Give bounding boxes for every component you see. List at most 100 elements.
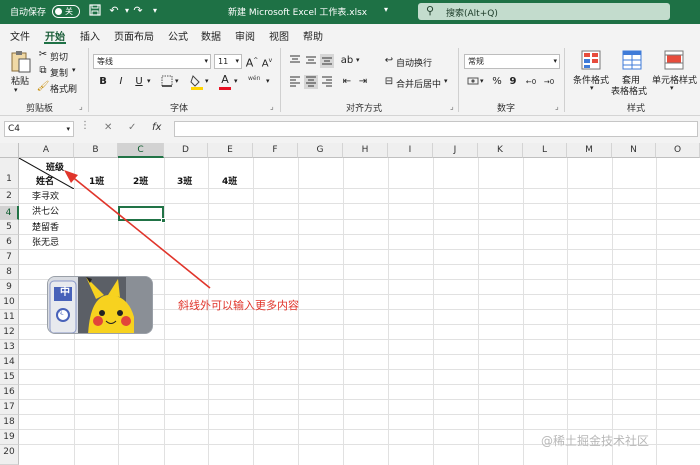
orientation-icon[interactable]: ab [340,54,354,68]
font-color-dropdown-icon[interactable]: ▾ [234,77,238,85]
column-header-a[interactable]: A [19,143,74,158]
copy-button[interactable]: 复制 [50,66,68,79]
cell-a1-bottom[interactable]: 姓名 [36,174,54,187]
decrease-font-icon[interactable]: Av [260,54,274,69]
italic-button[interactable]: I [114,75,128,89]
align-center-icon[interactable] [304,75,318,89]
row-header-9[interactable]: 9 [0,280,19,295]
copy-icon[interactable]: ⧉ [36,64,50,78]
column-header-b[interactable]: B [74,143,118,158]
row-header-20[interactable]: 20 [0,445,19,465]
align-bottom-icon[interactable] [320,54,334,68]
font-name-select[interactable]: 等线 ▾ [93,54,211,69]
tab-file[interactable]: 文件 [10,28,30,43]
column-header-o[interactable]: O [656,143,700,158]
row-header-13[interactable]: 13 [0,340,19,355]
row-header-19[interactable]: 19 [0,430,19,445]
cancel-icon[interactable]: ✕ [104,122,112,133]
column-header-l[interactable]: L [523,143,567,158]
font-size-select[interactable]: 11 ▾ [214,54,242,69]
currency-dropdown-icon[interactable]: ▾ [480,77,484,85]
underline-button[interactable]: U [132,75,146,89]
enter-icon[interactable]: ✓ [128,122,136,133]
underline-dropdown-icon[interactable]: ▾ [147,77,151,85]
phonetic-dropdown-icon[interactable]: ▾ [266,77,270,85]
wrap-text-icon[interactable]: ↩ [382,54,396,68]
comma-style-button[interactable]: 9 [506,75,520,89]
decrease-indent-icon[interactable]: ⇤ [340,75,354,89]
merge-center-button[interactable]: 合并后居中 [396,77,441,90]
percent-button[interactable]: % [490,75,504,89]
phonetic-icon[interactable]: wén [248,75,260,82]
tab-insert[interactable]: 插入 [80,28,100,43]
tab-home[interactable]: 开始 [45,28,65,43]
select-all-corner[interactable] [0,143,19,158]
number-launcher-icon[interactable]: ⌟ [555,102,559,111]
orientation-dropdown-icon[interactable]: ▾ [356,56,360,64]
cell-styles-button[interactable]: 单元格样式 [652,73,697,86]
tab-data[interactable]: 数据 [201,28,221,43]
cell-a2[interactable]: 李寻欢 [32,189,59,202]
clipboard-launcher-icon[interactable]: ⌟ [79,102,83,111]
paste-icon[interactable] [10,50,32,74]
increase-font-icon[interactable]: A^ [245,54,259,70]
align-middle-icon[interactable] [304,54,318,68]
format-painter-button[interactable]: 格式刷 [50,82,77,95]
row-header-17[interactable]: 17 [0,400,19,415]
row-header-8[interactable]: 8 [0,265,19,280]
row-header-1[interactable]: 1 [0,158,19,189]
border-dropdown-icon[interactable]: ▾ [175,77,179,85]
cell-a5[interactable]: 张无忌 [32,235,59,248]
column-header-f[interactable]: F [253,143,298,158]
row-header-12[interactable]: 12 [0,325,19,340]
decrease-decimal-icon[interactable]: →0 [542,75,556,89]
save-icon[interactable] [88,4,102,18]
search-box[interactable]: ⚲ 搜索(Alt+Q) [418,3,670,20]
conditional-format-dropdown-icon[interactable]: ▾ [590,84,594,92]
tab-page-layout[interactable]: 页面布局 [114,28,154,43]
row-header-6[interactable]: 6 [0,235,19,250]
cell-styles-dropdown-icon[interactable]: ▾ [670,84,674,92]
column-header-e[interactable]: E [208,143,253,158]
title-caret-icon[interactable]: ▾ [384,5,388,14]
align-top-icon[interactable] [288,54,302,68]
column-header-n[interactable]: N [612,143,656,158]
column-header-j[interactable]: J [433,143,478,158]
increase-indent-icon[interactable]: ⇥ [356,75,370,89]
tab-formulas[interactable]: 公式 [168,28,188,43]
cell-a4[interactable]: 楚留香 [32,220,59,233]
customize-toolbar-icon[interactable]: ▾ [148,4,162,18]
row-header-4[interactable]: 4 [0,206,19,220]
row-header-18[interactable]: 18 [0,415,19,430]
row-header-5[interactable]: 5 [0,220,19,235]
column-header-c[interactable]: C [118,143,164,158]
formula-bar-grip-icon[interactable]: ⋮ [80,120,90,131]
inserted-image[interactable]: 中 ☾ [47,276,153,334]
format-as-table-label-2[interactable]: 表格格式 [611,84,647,97]
bold-button[interactable]: B [96,75,110,89]
align-right-icon[interactable] [320,75,334,89]
cell-styles-icon[interactable] [664,50,684,70]
insert-function-icon[interactable]: fx [152,122,161,133]
column-header-i[interactable]: I [388,143,433,158]
conditional-format-icon[interactable] [581,50,601,70]
tab-review[interactable]: 审阅 [235,28,255,43]
cell-a3[interactable]: 洪七公 [32,204,59,217]
align-left-icon[interactable] [288,75,302,89]
column-header-k[interactable]: K [478,143,523,158]
cut-icon[interactable]: ✂ [36,48,50,62]
row-header-14[interactable]: 14 [0,355,19,370]
font-color-icon[interactable]: A [218,73,232,90]
row-header-2[interactable]: 2 [0,189,19,204]
tab-help[interactable]: 帮助 [303,28,323,43]
column-header-h[interactable]: H [343,143,388,158]
tab-view[interactable]: 视图 [269,28,289,43]
copy-dropdown-icon[interactable]: ▾ [72,66,76,74]
column-header-d[interactable]: D [164,143,208,158]
undo-icon[interactable]: ↶ [107,4,121,18]
column-header-m[interactable]: M [567,143,612,158]
fill-color-icon[interactable] [190,74,204,90]
number-format-select[interactable]: 常规 ▾ [464,54,560,69]
border-icon[interactable] [160,75,174,89]
format-as-table-icon[interactable] [622,50,642,70]
